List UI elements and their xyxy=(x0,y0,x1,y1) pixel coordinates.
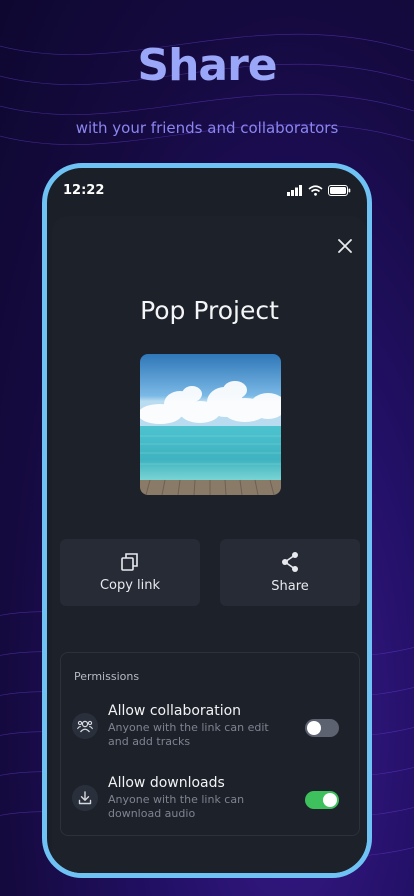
status-time: 12:22 xyxy=(63,182,105,198)
status-icons xyxy=(287,184,351,196)
hero-title: Share xyxy=(137,40,277,91)
phone-frame: 12:22 Pop Project Copy link Share Permis… xyxy=(42,163,372,878)
copy-icon xyxy=(121,553,138,571)
collaborators-icon xyxy=(72,713,98,739)
permission-row-collaboration: Allow collaboration Anyone with the link… xyxy=(61,701,359,761)
collaboration-toggle[interactable] xyxy=(305,719,339,737)
copy-link-button[interactable]: Copy link xyxy=(60,539,200,606)
share-button[interactable]: Share xyxy=(220,539,360,606)
battery-icon xyxy=(328,184,351,196)
permission-title: Allow downloads xyxy=(108,775,225,791)
permissions-header: Permissions xyxy=(74,670,140,683)
wifi-icon xyxy=(308,184,323,196)
close-icon xyxy=(338,239,352,253)
share-label: Share xyxy=(271,579,309,594)
permission-description: Anyone with the link can edit and add tr… xyxy=(108,721,269,748)
download-icon xyxy=(72,785,98,811)
permission-title: Allow collaboration xyxy=(108,703,242,719)
share-icon xyxy=(282,552,298,572)
close-button[interactable] xyxy=(333,234,357,258)
status-bar: 12:22 xyxy=(47,168,367,212)
permission-description: Anyone with the link can download audio xyxy=(108,793,245,820)
copy-link-label: Copy link xyxy=(99,578,161,593)
signal-icon xyxy=(287,184,302,196)
permission-row-downloads: Allow downloads Anyone with the link can… xyxy=(61,773,359,833)
permissions-card: Permissions Allow collaboration Anyone w… xyxy=(60,652,360,836)
toggle-knob xyxy=(323,793,337,807)
project-title: Pop Project xyxy=(140,296,279,325)
project-cover-image xyxy=(140,354,281,495)
toggle-knob xyxy=(307,721,321,735)
downloads-toggle[interactable] xyxy=(305,791,339,809)
hero-subtitle: with your friends and collaborators xyxy=(75,119,339,137)
share-sheet: Pop Project Copy link Share Permissions … xyxy=(52,216,367,873)
